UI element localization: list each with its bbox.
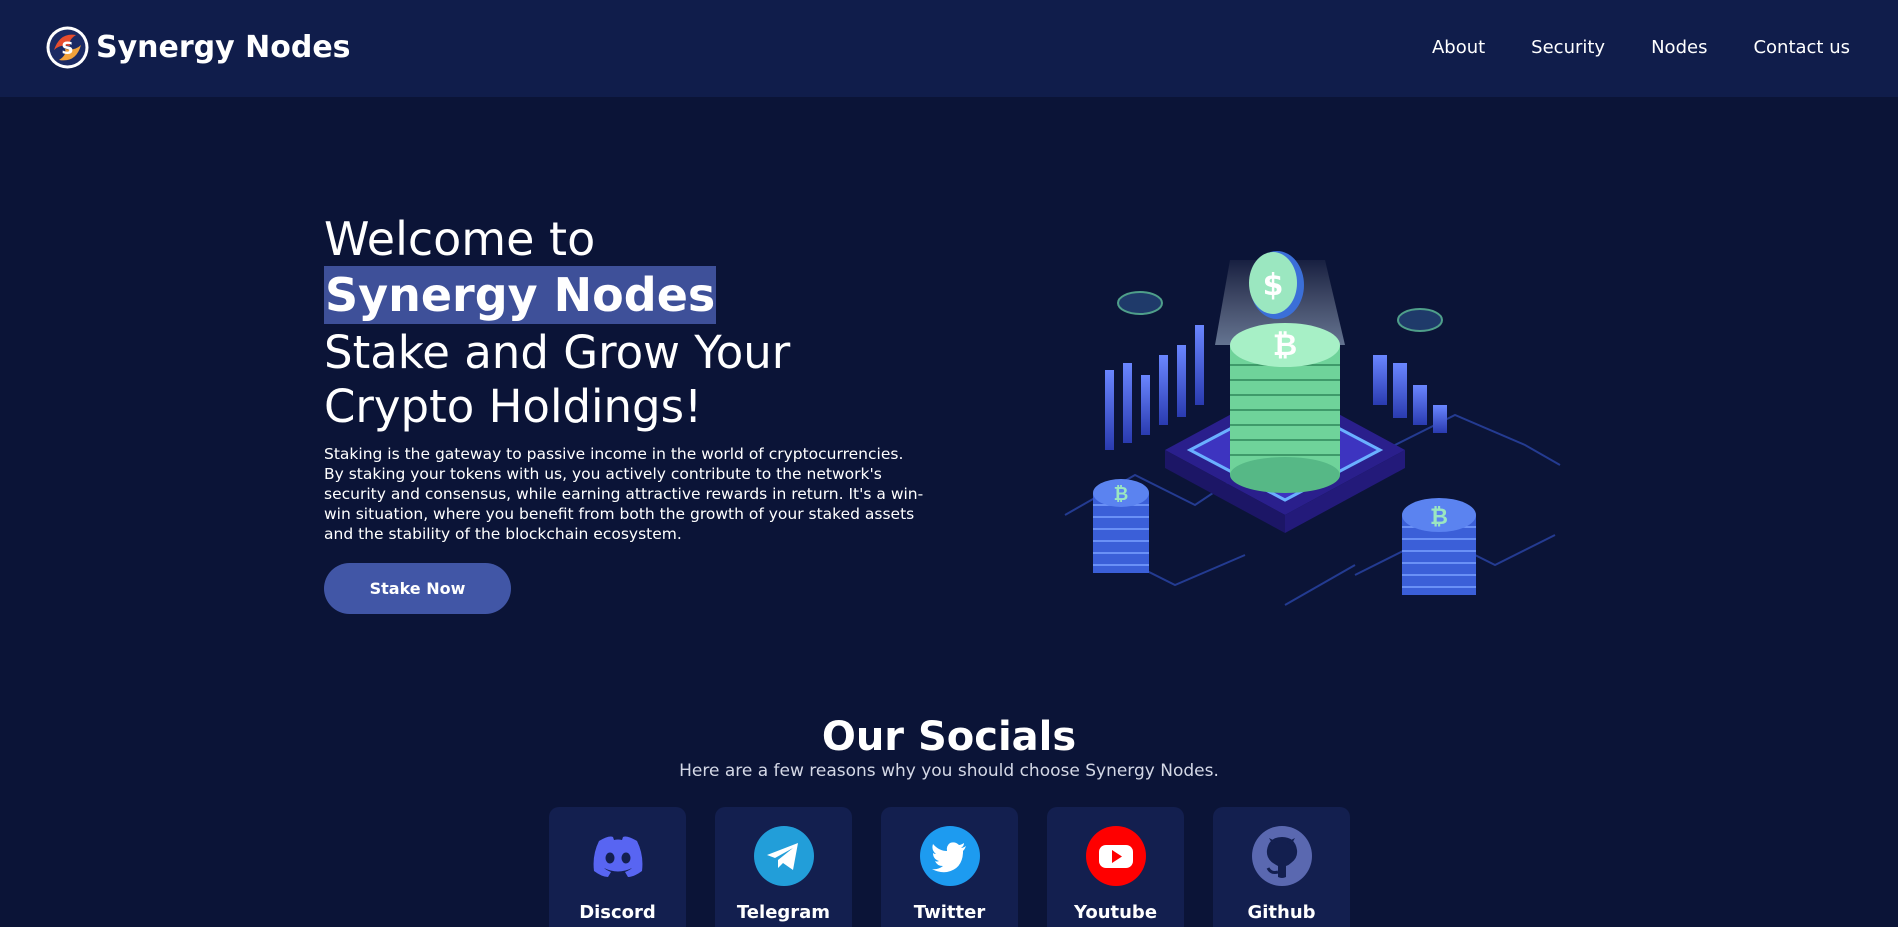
social-label-discord: Discord: [579, 902, 656, 923]
discord-icon: [593, 836, 642, 877]
logo[interactable]: S Synergy Nodes: [46, 26, 351, 69]
hero-tagline: Stake and Grow Your Crypto Holdings!: [324, 326, 791, 433]
social-card-twitter[interactable]: Twitter: [881, 807, 1018, 927]
social-card-youtube[interactable]: Youtube: [1047, 807, 1184, 927]
social-label-youtube: Youtube: [1073, 902, 1158, 923]
hero-welcome: Welcome to: [324, 212, 596, 266]
svg-text:$: $: [1263, 268, 1284, 303]
nav-security[interactable]: Security: [1531, 37, 1605, 58]
twitter-icon: [919, 826, 980, 886]
socials-subtitle: Here are a few reasons why you should ch…: [679, 761, 1219, 781]
social-card-github[interactable]: Github: [1213, 807, 1350, 927]
social-label-github: Github: [1247, 902, 1316, 923]
hero-brand-highlight: Synergy Nodes: [324, 266, 717, 324]
social-card-discord[interactable]: Discord: [549, 807, 686, 927]
hero-section: Welcome to Synergy Nodes Stake and Grow …: [324, 212, 944, 614]
crypto-staking-illustration: ₿ $ ₿ ₿: [1064, 251, 1561, 606]
telegram-icon: [753, 826, 814, 886]
nav-contact[interactable]: Contact us: [1753, 37, 1850, 58]
stake-now-button[interactable]: Stake Now: [324, 563, 511, 614]
site-header: S Synergy Nodes About Security Nodes Con…: [0, 0, 1898, 97]
nav-nodes[interactable]: Nodes: [1651, 37, 1707, 58]
svg-text:₿: ₿: [1430, 505, 1448, 530]
main-nav: About Security Nodes Contact us: [1386, 37, 1850, 58]
nav-about[interactable]: About: [1432, 37, 1485, 58]
social-cards: Discord Telegram Twitter Youtube Github: [549, 807, 1379, 927]
brand-name: Synergy Nodes: [96, 30, 351, 65]
social-label-twitter: Twitter: [913, 902, 986, 923]
svg-text:₿: ₿: [1273, 328, 1297, 363]
github-icon: [1251, 826, 1312, 886]
youtube-icon: [1085, 826, 1146, 886]
social-label-telegram: Telegram: [736, 902, 831, 923]
svg-text:₿: ₿: [1114, 484, 1129, 505]
social-card-telegram[interactable]: Telegram: [715, 807, 852, 927]
svg-text:S: S: [61, 39, 73, 59]
socials-title: Our Socials: [821, 714, 1077, 760]
logo-icon: S: [46, 26, 89, 69]
hero-description: Staking is the gateway to passive income…: [324, 445, 924, 543]
